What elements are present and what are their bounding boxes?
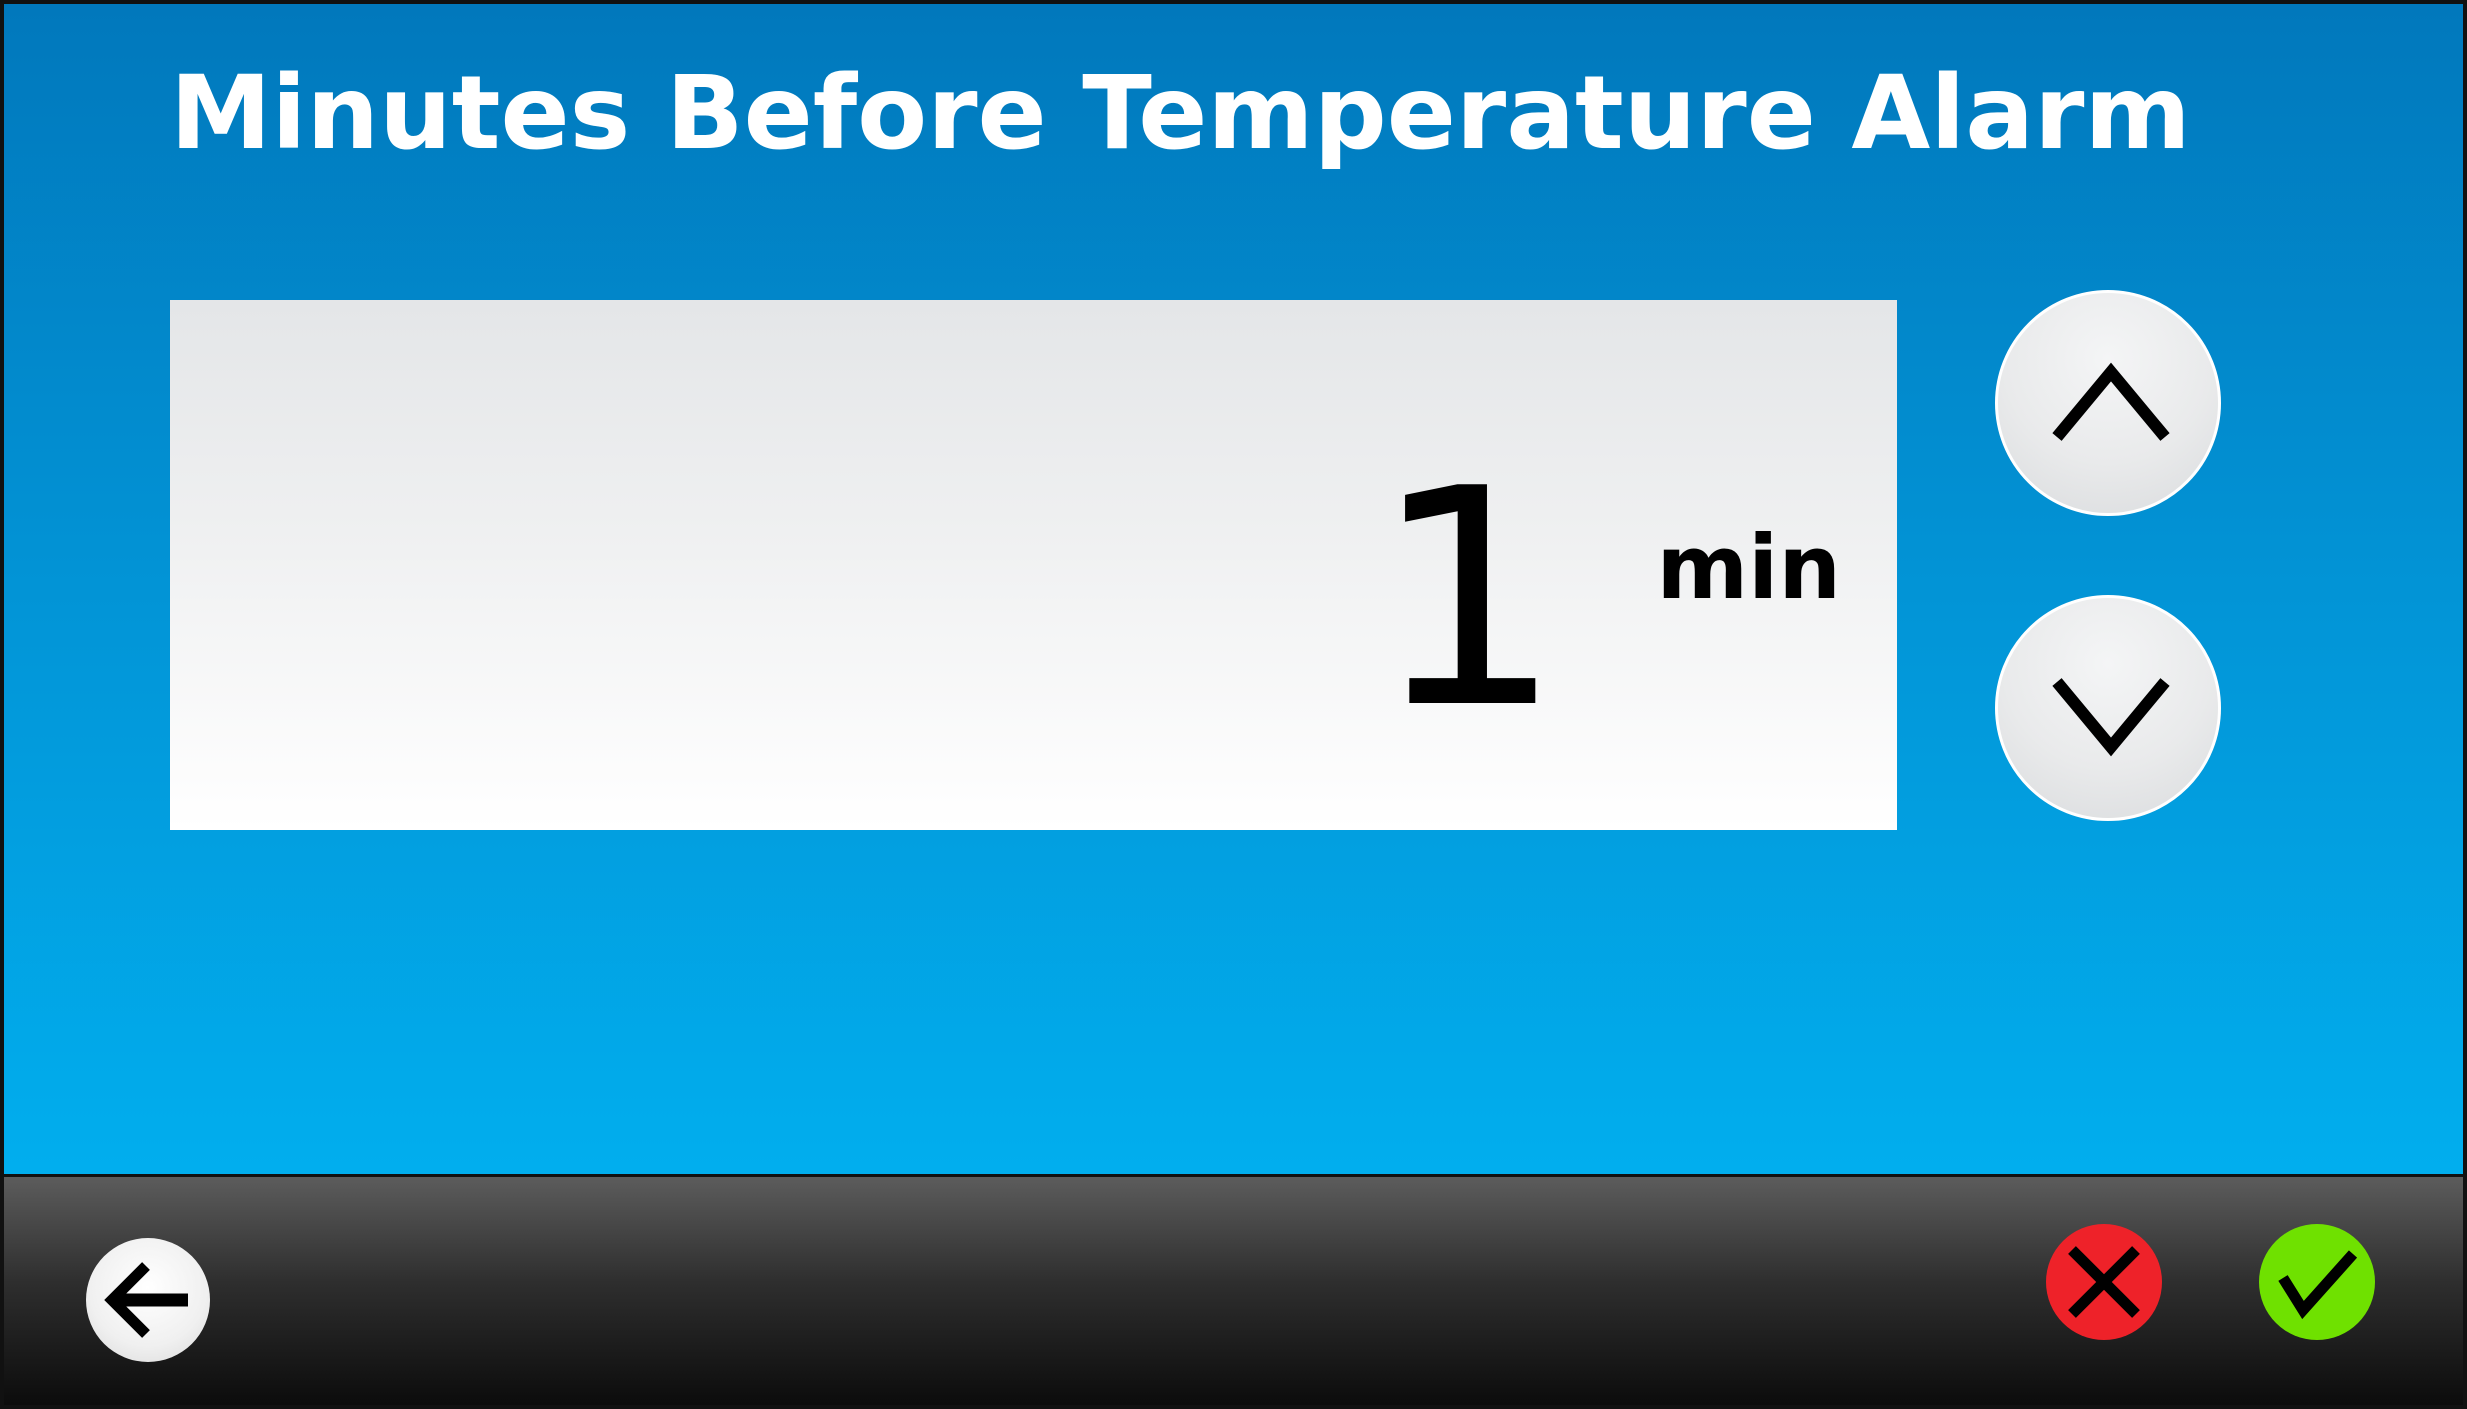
arrow-left-icon [104,1262,188,1338]
value-display: 1 min [170,300,1897,830]
confirm-button[interactable] [2259,1224,2375,1340]
chevron-up-icon [2052,362,2170,441]
back-button[interactable] [86,1238,210,1362]
chevron-down-icon [2052,678,2170,757]
settings-screen: Minutes Before Temperature Alarm 1 min [0,0,2467,1409]
main-panel: Minutes Before Temperature Alarm 1 min [4,4,2463,1174]
cancel-button[interactable] [2046,1224,2162,1340]
close-icon [2068,1246,2140,1318]
value-number: 1 [1372,425,1563,774]
value-unit: min [1656,516,1841,619]
decrement-button[interactable] [1995,595,2221,821]
page-title: Minutes Before Temperature Alarm [170,54,2191,173]
checkmark-icon [2278,1250,2358,1320]
bottom-toolbar [4,1174,2463,1405]
increment-button[interactable] [1995,290,2221,516]
